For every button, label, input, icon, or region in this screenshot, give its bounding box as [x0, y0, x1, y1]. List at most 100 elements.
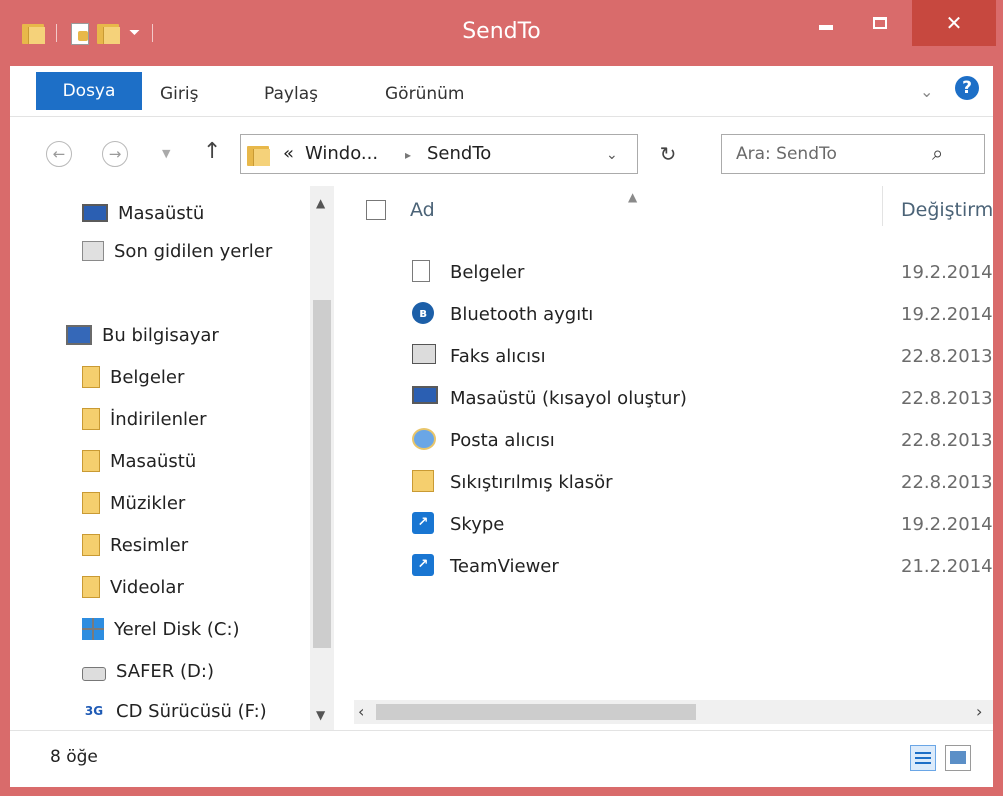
up-button[interactable]: ↑: [203, 139, 221, 164]
computer-icon: [66, 325, 92, 345]
title-bar: ⏷ SendTo ✕: [0, 0, 1003, 66]
nav-item-music[interactable]: Müzikler: [82, 488, 185, 518]
search-placeholder: Ara: SendTo: [736, 144, 837, 164]
file-row[interactable]: Sıkıştırılmış klasör 22.8.2013: [350, 464, 993, 500]
folder-icon: [247, 144, 270, 166]
column-divider[interactable]: [882, 186, 883, 226]
file-date: 22.8.2013: [901, 472, 993, 493]
music-folder-icon: [82, 492, 100, 514]
downloads-folder-icon: [82, 408, 100, 430]
file-row[interactable]: Masaüstü (kısayol oluştur) 22.8.2013: [350, 380, 993, 416]
horizontal-scrollbar[interactable]: ‹ ›: [354, 700, 993, 724]
nav-item-recent-places[interactable]: Son gidilen yerler: [82, 236, 272, 266]
teamviewer-shortcut-icon: ↗: [412, 554, 434, 576]
tab-share[interactable]: Paylaş: [264, 78, 318, 110]
maximize-button[interactable]: [857, 0, 903, 46]
scroll-down-icon[interactable]: ▼: [316, 708, 325, 722]
back-button[interactable]: ←: [46, 141, 72, 167]
file-name: Bluetooth aygıtı: [450, 304, 594, 325]
tab-home[interactable]: Giriş: [160, 78, 198, 110]
file-row[interactable]: ↗ Skype 19.2.2014: [350, 506, 993, 542]
removable-drive-icon: [82, 667, 106, 681]
file-name: Skype: [450, 514, 505, 535]
ribbon-tabs: Dosya Giriş Paylaş Görünüm ⌄ ?: [10, 66, 993, 116]
nav-item-cd-drive[interactable]: 3G CD Sürücüsü (F:): [82, 696, 267, 726]
navigation-pane: Masaüstü Son gidilen yerler Bu bilgisaya…: [10, 186, 338, 730]
pictures-folder-icon: [82, 534, 100, 556]
item-count: 8 öğe: [50, 747, 98, 767]
file-name: Faks alıcısı: [450, 346, 546, 367]
file-row[interactable]: Faks alıcısı 22.8.2013: [350, 338, 993, 374]
column-header-date[interactable]: Değiştirme tarihi: [901, 199, 993, 221]
nav-item-desktop[interactable]: Masaüstü: [82, 198, 204, 228]
file-name: Sıkıştırılmış klasör: [450, 472, 613, 493]
expand-ribbon-icon[interactable]: ⌄: [920, 82, 933, 101]
nav-item-label: Masaüstü: [118, 202, 205, 224]
file-row[interactable]: Posta alıcısı 22.8.2013: [350, 422, 993, 458]
details-view-button[interactable]: [910, 745, 936, 771]
search-icon[interactable]: ⌕: [932, 141, 943, 165]
file-name: Masaüstü (kısayol oluştur): [450, 388, 687, 409]
scroll-right-icon[interactable]: ›: [976, 702, 982, 721]
nav-item-pictures[interactable]: Resimler: [82, 530, 188, 560]
window-title: SendTo: [462, 19, 541, 44]
scroll-thumb[interactable]: [313, 300, 331, 648]
nav-item-label: Bu bilgisayar: [102, 324, 219, 346]
nav-item-documents[interactable]: Belgeler: [82, 362, 184, 392]
nav-item-label: Belgeler: [110, 366, 185, 388]
address-dropdown-icon[interactable]: ⌄: [606, 147, 618, 163]
breadcrumb-windows[interactable]: Windo...: [305, 143, 378, 164]
fax-icon: [412, 344, 436, 364]
file-date: 22.8.2013: [901, 430, 993, 451]
nav-item-local-disk[interactable]: Yerel Disk (C:): [82, 614, 240, 644]
nav-item-label: Videolar: [110, 576, 184, 598]
file-name: TeamViewer: [450, 556, 559, 577]
address-field[interactable]: « Windo... ▸ SendTo ⌄: [240, 134, 638, 174]
cd-drive-icon: 3G: [84, 704, 104, 718]
tab-file[interactable]: Dosya: [36, 72, 142, 110]
help-icon[interactable]: ?: [955, 76, 979, 100]
search-input[interactable]: Ara: SendTo ⌕: [721, 134, 985, 174]
scroll-up-icon[interactable]: ▲: [316, 196, 325, 210]
minimize-button[interactable]: [803, 0, 849, 46]
file-name: Posta alıcısı: [450, 430, 555, 451]
zip-folder-icon: [412, 470, 434, 492]
nav-item-label: Yerel Disk (C:): [114, 618, 240, 640]
close-button[interactable]: ✕: [912, 0, 996, 46]
select-all-checkbox[interactable]: [366, 200, 386, 220]
breadcrumb-sendto[interactable]: SendTo: [427, 143, 491, 164]
file-list: ▲ Ad Değiştirme tarihi Belgeler 19.2.2014…: [350, 186, 993, 730]
refresh-button[interactable]: ↻: [646, 134, 690, 174]
nav-scrollbar[interactable]: ▲ ▼: [310, 186, 334, 730]
documents-icon: [412, 260, 430, 282]
nav-item-downloads[interactable]: İndirilenler: [82, 404, 207, 434]
file-name: Belgeler: [450, 262, 525, 283]
file-row[interactable]: Belgeler 19.2.2014: [350, 254, 993, 290]
bluetooth-icon: ʙ: [412, 302, 434, 324]
forward-button[interactable]: →: [102, 141, 128, 167]
nav-item-safer[interactable]: SAFER (D:): [82, 656, 214, 686]
nav-item-videos[interactable]: Videolar: [82, 572, 184, 602]
breadcrumb-chevron-icon[interactable]: ▸: [405, 148, 411, 162]
local-disk-icon: [82, 618, 104, 640]
desktop-shortcut-icon: [412, 386, 438, 404]
file-date: 22.8.2013: [901, 346, 993, 367]
column-header-name[interactable]: Ad: [410, 199, 435, 221]
mail-icon: [412, 428, 436, 450]
content-area: Masaüstü Son gidilen yerler Bu bilgisaya…: [10, 186, 993, 730]
nav-item-desktop-folder[interactable]: Masaüstü: [82, 446, 196, 476]
nav-item-label: Masaüstü: [110, 450, 197, 472]
file-date: 19.2.2014: [901, 304, 993, 325]
file-row[interactable]: ʙ Bluetooth aygıtı 19.2.2014: [350, 296, 993, 332]
scroll-thumb[interactable]: [376, 704, 696, 720]
recent-locations-icon[interactable]: ▼: [162, 147, 170, 160]
nav-item-this-pc[interactable]: Bu bilgisayar: [66, 320, 219, 350]
large-icons-view-button[interactable]: [945, 745, 971, 771]
tab-view[interactable]: Görünüm: [385, 78, 464, 110]
breadcrumb-overflow[interactable]: «: [283, 143, 294, 164]
file-row[interactable]: ↗ TeamViewer 21.2.2014: [350, 548, 993, 584]
scroll-left-icon[interactable]: ‹: [358, 702, 364, 721]
explorer-window: ⏷ SendTo ✕ Dosya Giriş Paylaş Görünüm ⌄ …: [0, 0, 1003, 796]
file-date: 19.2.2014: [901, 262, 993, 283]
videos-folder-icon: [82, 576, 100, 598]
